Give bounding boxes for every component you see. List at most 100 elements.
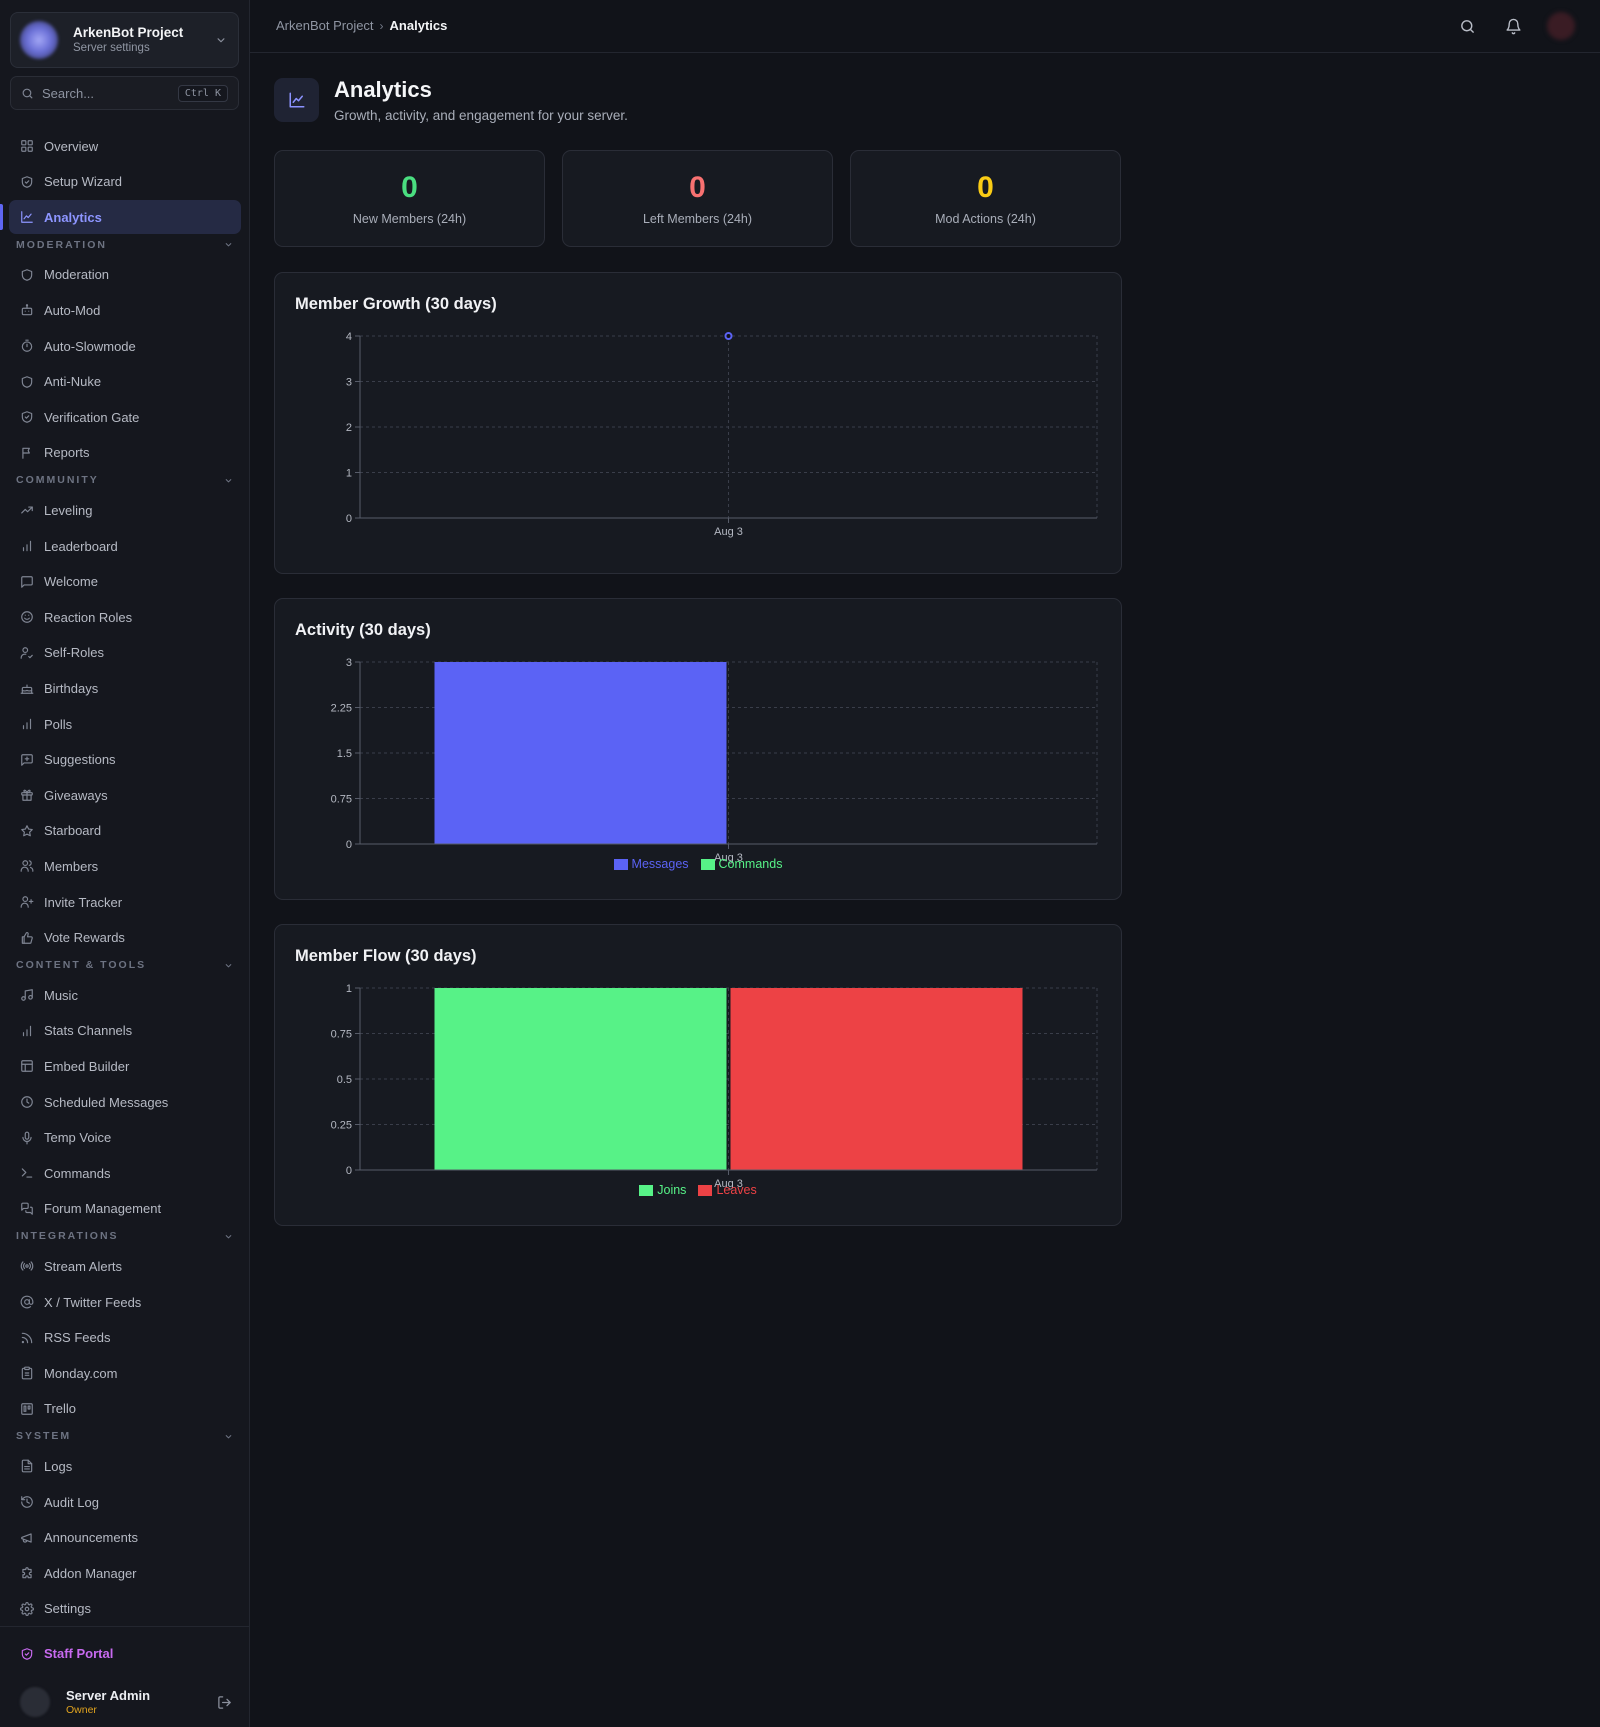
sidebar-item-leveling[interactable]: Leveling (9, 493, 241, 527)
section-header-content-tools[interactable]: CONTENT & TOOLS (16, 957, 234, 973)
breadcrumb-current: Analytics (389, 18, 448, 33)
gift-icon (21, 789, 33, 802)
legend-label: Joins (657, 1183, 687, 1197)
sidebar-item-auto-slowmode[interactable]: Auto-Slowmode (9, 329, 241, 363)
bell-icon[interactable] (1505, 18, 1522, 35)
sidebar-item-welcome[interactable]: Welcome (9, 565, 241, 599)
shield-icon (21, 268, 33, 281)
sidebar-item-label: Addon Manager (44, 1565, 137, 1581)
avatar[interactable] (1547, 12, 1575, 40)
legend-item-messages[interactable]: Messages (613, 857, 689, 871)
page-header-icon (274, 78, 319, 122)
sidebar-item-stats-channels[interactable]: Stats Channels (9, 1014, 241, 1048)
messages-icon (21, 1202, 33, 1215)
section-header-system[interactable]: SYSTEM (16, 1428, 234, 1444)
sidebar-item-settings[interactable]: Settings (9, 1592, 241, 1626)
bar-chart-icon (22, 540, 32, 552)
bar-leaves[interactable] (730, 988, 1023, 1170)
sidebar-item-forum-management[interactable]: Forum Management (9, 1192, 241, 1226)
sidebar-item-temp-voice[interactable]: Temp Voice (9, 1121, 241, 1155)
sidebar-item-scheduled-messages[interactable]: Scheduled Messages (9, 1085, 241, 1119)
users-icon (20, 860, 34, 873)
sidebar-item-label: Announcements (44, 1530, 138, 1546)
y-tick-label: 0.75 (331, 1029, 352, 1041)
bar-joins[interactable] (434, 988, 727, 1170)
sidebar-item-announcements[interactable]: Announcements (9, 1521, 241, 1555)
sidebar-item-reaction-roles[interactable]: Reaction Roles (9, 600, 241, 634)
shield-icon (21, 375, 33, 388)
y-tick-label: 1.5 (337, 748, 352, 760)
stat-label: Left Members (24h) (642, 212, 753, 226)
legend-item-leaves[interactable]: Leaves (698, 1183, 757, 1197)
page-subtitle: Growth, activity, and engagement for you… (334, 108, 628, 123)
project-switcher[interactable]: ArkenBot Project Server settings (10, 12, 239, 68)
sidebar-item-verification-gate[interactable]: Verification Gate (9, 400, 241, 434)
legend-item-joins[interactable]: Joins (639, 1183, 686, 1197)
music-icon (21, 989, 33, 1002)
sidebar-item-suggestions[interactable]: Suggestions (9, 743, 241, 777)
sidebar-item-auto-mod[interactable]: Auto-Mod (9, 293, 241, 327)
sidebar-item-trello[interactable]: Trello (9, 1392, 241, 1426)
sidebar-item-label: Verification Gate (44, 409, 140, 425)
history-icon (21, 1496, 33, 1508)
sidebar-item-giveaways[interactable]: Giveaways (9, 778, 241, 812)
search-icon[interactable] (1459, 18, 1476, 35)
sidebar-item-x-twitter-feeds[interactable]: X / Twitter Feeds (9, 1285, 241, 1319)
section-header-community[interactable]: COMMUNITY (16, 472, 234, 488)
legend-item-commands[interactable]: Commands (700, 857, 782, 871)
y-tick-label: 0 (346, 513, 352, 525)
sidebar-item-analytics[interactable]: Analytics (9, 200, 241, 235)
legend-label: Leaves (716, 1183, 757, 1197)
sidebar-item-rss-feeds[interactable]: RSS Feeds (9, 1321, 241, 1355)
page-title: Analytics (334, 77, 432, 102)
y-tick-label: 0 (346, 839, 352, 851)
sidebar-item-members[interactable]: Members (9, 849, 241, 883)
sidebar-item-music[interactable]: Music (9, 978, 241, 1012)
staff-portal-link[interactable]: Staff Portal (20, 1646, 113, 1661)
message-square-plus-icon (21, 753, 33, 766)
bot-icon (21, 304, 33, 316)
sidebar-item-label: Monday.com (44, 1365, 118, 1381)
sidebar-item-audit-log[interactable]: Audit Log (9, 1485, 241, 1519)
breadcrumb-parent[interactable]: ArkenBot Project (276, 18, 374, 33)
at-sign-icon (20, 1295, 34, 1309)
sidebar-item-label: Stats Channels (44, 1023, 133, 1039)
sidebar-item-vote-rewards[interactable]: Vote Rewards (9, 921, 241, 955)
sidebar-item-reports[interactable]: Reports (9, 436, 241, 470)
project-name: ArkenBot Project (73, 25, 184, 40)
sidebar-item-stream-alerts[interactable]: Stream Alerts (9, 1249, 241, 1283)
sidebar-item-setup-wizard[interactable]: Setup Wizard (9, 165, 241, 199)
chevron-down-icon (225, 1234, 232, 1239)
sidebar-item-label: Scheduled Messages (44, 1094, 169, 1110)
sidebar-item-label: Temp Voice (44, 1130, 112, 1146)
y-tick-label: 0.5 (337, 1074, 352, 1086)
user-profile[interactable]: Server Admin Owner (20, 1684, 232, 1720)
sidebar-item-invite-tracker[interactable]: Invite Tracker (9, 885, 241, 919)
sidebar-item-self-roles[interactable]: Self-Roles (9, 636, 241, 670)
sidebar-item-anti-nuke[interactable]: Anti-Nuke (9, 365, 241, 399)
sidebar-item-birthdays[interactable]: Birthdays (9, 671, 241, 705)
sidebar-item-logs[interactable]: Logs (9, 1449, 241, 1483)
section-title: MODERATION (16, 238, 107, 251)
sidebar-item-moderation[interactable]: Moderation (9, 258, 241, 292)
sidebar-item-polls[interactable]: Polls (9, 707, 241, 741)
sidebar-item-monday-com[interactable]: Monday.com (9, 1356, 241, 1390)
sidebar-item-overview[interactable]: Overview (9, 129, 241, 163)
project-subtitle: Server settings (73, 42, 150, 54)
avatar (20, 1687, 50, 1717)
sidebar-search[interactable]: Search... Ctrl K (10, 76, 239, 110)
sidebar-item-leaderboard[interactable]: Leaderboard (9, 529, 241, 563)
section-header-integrations[interactable]: INTEGRATIONS (16, 1228, 234, 1244)
sidebar-item-starboard[interactable]: Starboard (9, 814, 241, 848)
sidebar-item-label: Overview (44, 138, 99, 154)
sidebar-item-embed-builder[interactable]: Embed Builder (9, 1049, 241, 1083)
stat-card-new-members: 0 New Members (24h) (274, 150, 545, 247)
sidebar-item-addon-manager[interactable]: Addon Manager (9, 1556, 241, 1590)
logout-icon[interactable] (217, 1695, 232, 1710)
data-point[interactable] (724, 332, 733, 340)
bar-messages[interactable] (434, 662, 727, 844)
stat-card-left-members: 0 Left Members (24h) (562, 150, 833, 247)
sidebar-item-commands[interactable]: Commands (9, 1156, 241, 1190)
section-header-moderation[interactable]: MODERATION (16, 237, 234, 253)
sidebar-item-label: Auto-Slowmode (44, 338, 136, 354)
